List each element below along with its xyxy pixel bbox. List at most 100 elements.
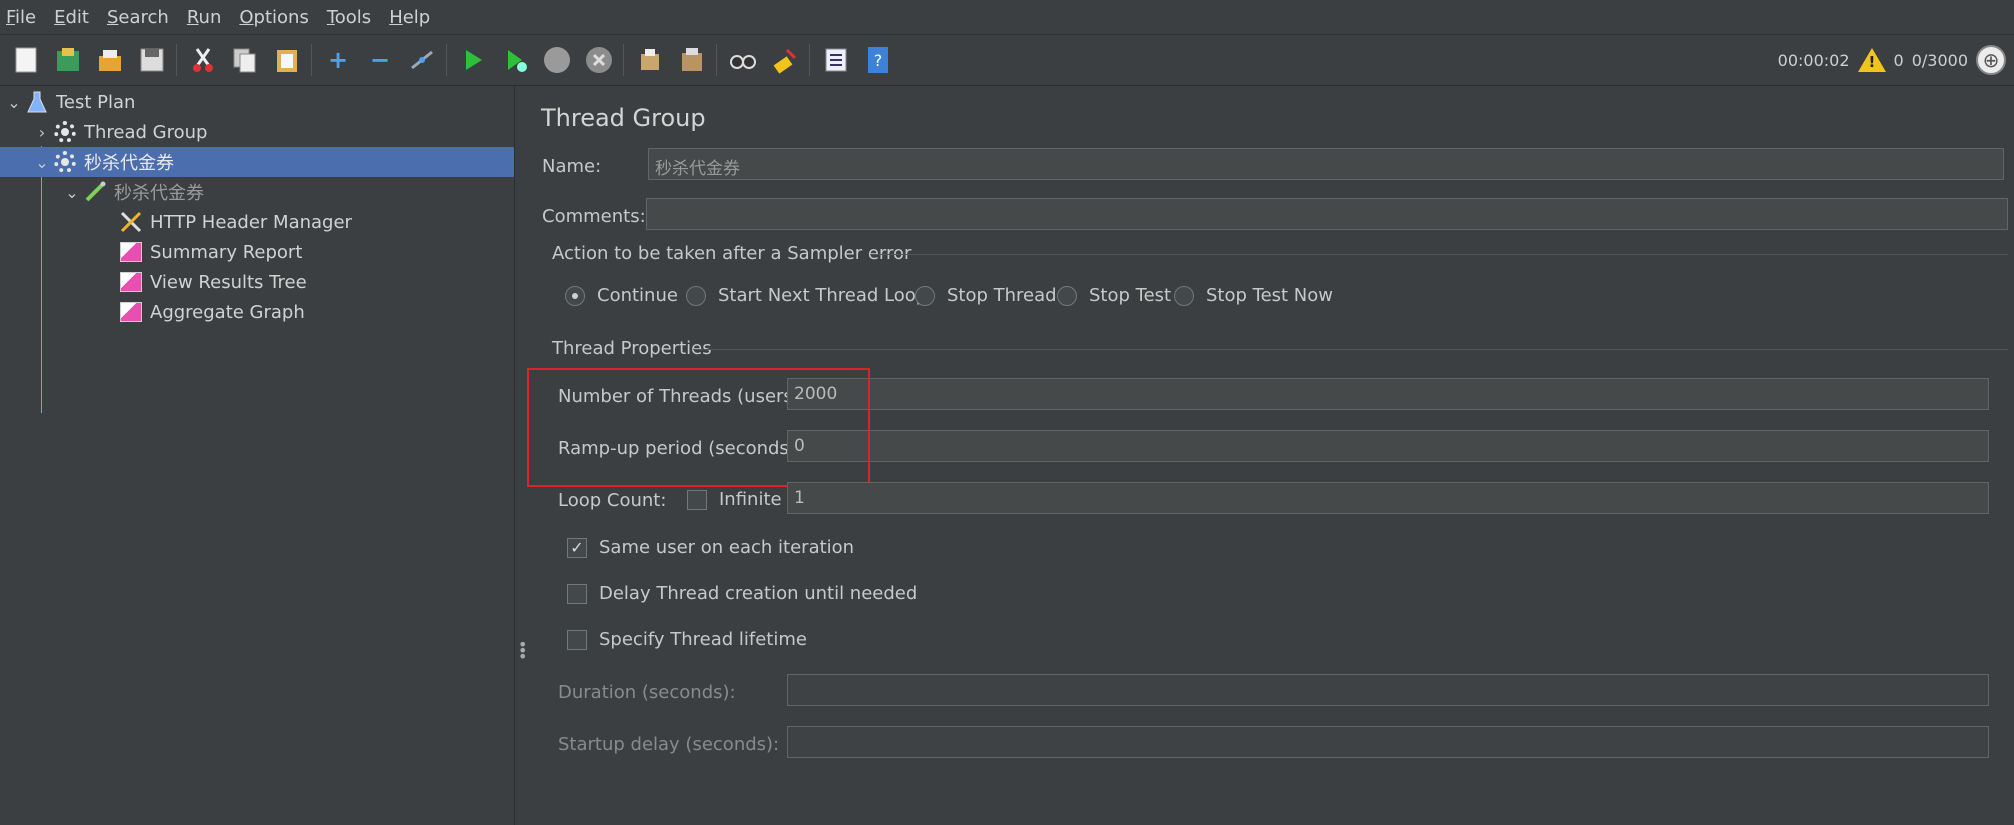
delay-thread-creation-checkbox[interactable]: Delay Thread creation until needed xyxy=(567,583,917,604)
radio-stop-test[interactable]: Stop Test xyxy=(1057,285,1171,306)
panel-splitter[interactable]: • • • xyxy=(514,86,528,825)
help-icon[interactable]: ? xyxy=(862,44,894,76)
clear-all-icon[interactable] xyxy=(676,44,708,76)
chevron-down-icon[interactable]: ⌄ xyxy=(32,153,52,172)
specify-thread-lifetime-checkbox[interactable]: Specify Thread lifetime xyxy=(567,629,807,650)
tools-icon xyxy=(118,209,144,235)
warning-icon[interactable]: ! xyxy=(1857,48,1886,72)
radio-start-next-thread-loop[interactable]: Start Next Thread Loop xyxy=(686,285,927,306)
menu-tools[interactable]: Tools xyxy=(318,7,380,28)
menu-file[interactable]: File xyxy=(0,7,45,28)
toggle-icon[interactable] xyxy=(406,44,438,76)
test-plan-tree: ⌄ Test Plan › Thread Group ⌄ 秒杀代金券 ⌄ 秒杀代… xyxy=(0,86,514,825)
rampup-field[interactable]: 0 xyxy=(787,430,1989,462)
radio-button[interactable] xyxy=(565,285,585,306)
infinite-checkbox[interactable]: Infinite xyxy=(687,489,782,510)
section-divider xyxy=(870,254,2008,255)
checkbox-box[interactable] xyxy=(687,489,707,510)
tree-node-results-tree[interactable]: View Results Tree xyxy=(118,267,307,297)
menu-help[interactable]: Help xyxy=(380,7,439,28)
toolbar-separator xyxy=(446,44,447,76)
shutdown-icon[interactable] xyxy=(583,44,615,76)
name-field[interactable]: 秒杀代金券 xyxy=(648,148,2004,180)
radio-stop-test-now[interactable]: Stop Test Now xyxy=(1174,285,1333,306)
tree-node-aggregate-graph[interactable]: Aggregate Graph xyxy=(118,297,305,327)
radio-stop-thread[interactable]: Stop Thread xyxy=(915,285,1057,306)
tree-node-label: Thread Group xyxy=(84,121,208,143)
paste-icon[interactable] xyxy=(271,44,303,76)
tree-node-label: 秒杀代金券 xyxy=(114,183,204,204)
gear-icon xyxy=(52,119,78,145)
expand-icon[interactable]: + xyxy=(322,44,354,76)
toolbar-separator xyxy=(809,44,810,76)
start-icon[interactable] xyxy=(457,44,489,76)
chevron-down-icon[interactable]: ⌄ xyxy=(4,93,24,112)
comments-field[interactable] xyxy=(646,198,2008,230)
toolbar: + − ? 00:00:02 ! 0 0/3000 ⊕ xyxy=(0,35,2014,86)
chevron-right-icon[interactable]: › xyxy=(32,123,52,142)
tree-node-label: Test Plan xyxy=(56,91,136,113)
radio-button[interactable] xyxy=(1174,285,1194,306)
menu-options[interactable]: Options xyxy=(230,7,317,28)
graph-icon xyxy=(118,299,144,325)
tree-node-summary-report[interactable]: Summary Report xyxy=(118,237,302,267)
thread-count: 0/3000 xyxy=(1911,50,1968,70)
tree-node-label: 秒杀代金券 xyxy=(84,153,174,174)
loop-count-field[interactable]: 1 xyxy=(787,482,1989,514)
new-icon[interactable] xyxy=(10,44,42,76)
name-label: Name: xyxy=(542,156,602,177)
chevron-down-icon[interactable]: ⌄ xyxy=(62,183,82,202)
search-icon[interactable] xyxy=(727,44,759,76)
save-icon[interactable] xyxy=(136,44,168,76)
radio-button[interactable] xyxy=(915,285,935,306)
graph-icon xyxy=(118,239,144,265)
graph-icon xyxy=(118,269,144,295)
tree-node-selected-group[interactable]: ⌄ 秒杀代金券 xyxy=(0,147,514,177)
toolbar-separator xyxy=(623,44,624,76)
checkmark-icon[interactable]: ✓ xyxy=(567,537,587,558)
copy-icon[interactable] xyxy=(229,44,261,76)
startup-delay-field[interactable] xyxy=(787,726,1989,758)
toolbar-separator xyxy=(716,44,717,76)
cut-icon[interactable] xyxy=(187,44,219,76)
stop-icon[interactable] xyxy=(541,44,573,76)
tree-node-header-manager[interactable]: HTTP Header Manager xyxy=(118,207,352,237)
tree-node-label: View Results Tree xyxy=(150,271,307,293)
remote-globe-icon[interactable]: ⊕ xyxy=(1976,45,2006,75)
warning-count: 0 xyxy=(1893,50,1904,70)
same-user-checkbox[interactable]: ✓ Same user on each iteration xyxy=(567,537,854,558)
collapse-icon[interactable]: − xyxy=(364,44,396,76)
function-helper-icon[interactable] xyxy=(820,44,852,76)
radio-button[interactable] xyxy=(1057,285,1077,306)
menu-edit[interactable]: Edit xyxy=(45,7,98,28)
status-area: 00:00:02 ! 0 0/3000 ⊕ xyxy=(1778,35,2014,85)
menu-bar: File Edit Search Run Options Tools Help xyxy=(0,0,2014,35)
tree-node-sampler[interactable]: ⌄ 秒杀代金券 xyxy=(62,177,204,207)
highlight-box xyxy=(527,368,870,487)
menu-search[interactable]: Search xyxy=(98,7,178,28)
threads-field[interactable]: 2000 xyxy=(787,378,1989,410)
gear-icon xyxy=(52,149,78,175)
toolbar-separator xyxy=(311,44,312,76)
start-no-pauses-icon[interactable] xyxy=(499,44,531,76)
tree-node-thread-group[interactable]: › Thread Group xyxy=(32,117,207,147)
reset-search-icon[interactable] xyxy=(769,44,801,76)
radio-continue[interactable]: Continue xyxy=(565,285,678,306)
open-icon[interactable] xyxy=(94,44,126,76)
checkbox-box[interactable] xyxy=(567,583,587,604)
tree-node-test-plan[interactable]: ⌄ Test Plan xyxy=(4,87,135,117)
toolbar-separator xyxy=(176,44,177,76)
tree-guide-line xyxy=(41,146,42,413)
menu-run[interactable]: Run xyxy=(178,7,231,28)
section-divider xyxy=(693,349,2008,350)
pipette-icon xyxy=(82,179,108,205)
tree-node-label: HTTP Header Manager xyxy=(150,211,352,233)
clear-icon[interactable] xyxy=(634,44,666,76)
startup-delay-label: Startup delay (seconds): xyxy=(558,734,780,755)
radio-button[interactable] xyxy=(686,285,706,306)
templates-icon[interactable] xyxy=(52,44,84,76)
tree-node-label: Summary Report xyxy=(150,241,303,263)
duration-field[interactable] xyxy=(787,674,1989,706)
duration-label: Duration (seconds): xyxy=(558,682,736,703)
checkbox-box[interactable] xyxy=(567,629,587,650)
